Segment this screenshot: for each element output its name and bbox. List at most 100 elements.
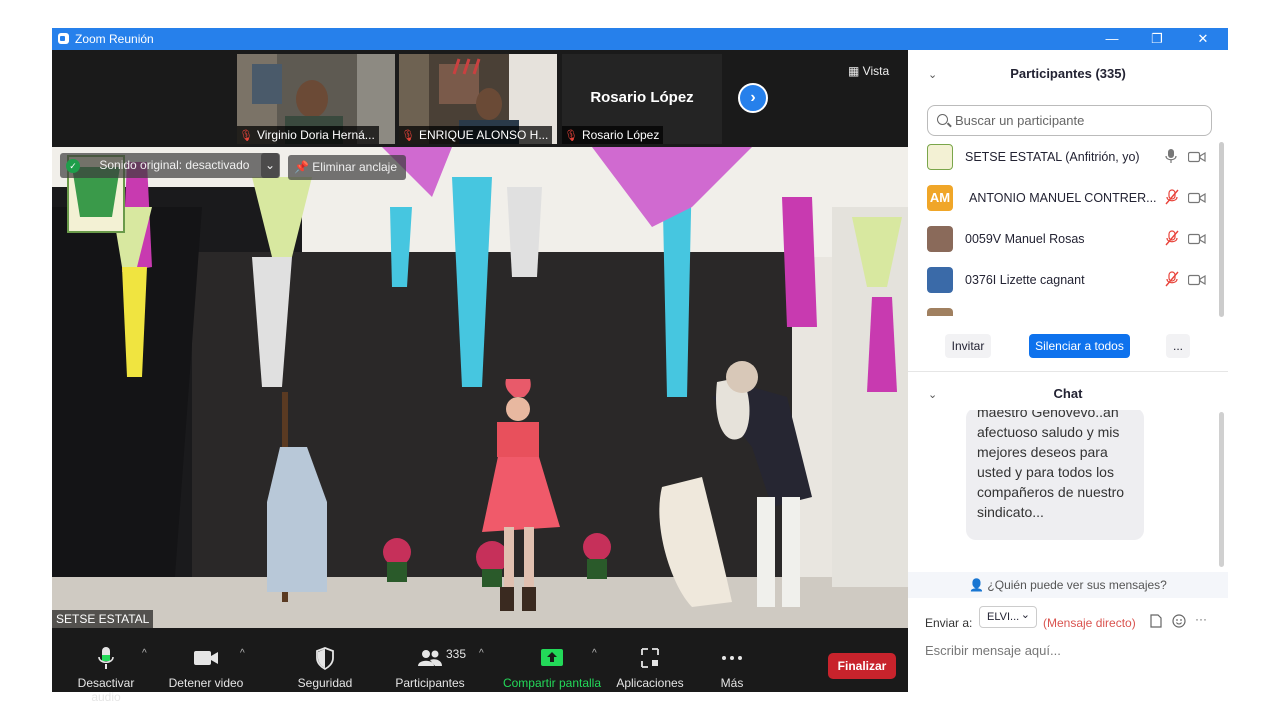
chat-header: Chat [1053,386,1083,401]
avatar-initials: AM [927,185,953,211]
mute-all-button[interactable]: Silenciar a todos [1029,334,1130,358]
video-options-caret[interactable]: ^ [240,648,245,659]
chat-message-input[interactable]: Escribir mensaje aquí... [925,643,1061,658]
muted-mic-icon: 🎙 [401,130,415,142]
partial-avatar [927,308,953,316]
participant-thumbnail[interactable]: 🎙 Virginio Doria Herná... [237,54,395,144]
close-window-button[interactable]: ✕ [1188,30,1218,48]
participant-name: 0059V Manuel Rosas [965,232,1085,246]
thumbnail-name: ENRIQUE ALONSO H... [418,128,549,142]
recipient-value: ELVI... [987,611,1020,623]
original-sound-badge[interactable]: ✓ Sonido original: desactivado [60,153,280,178]
share-screen-label: Compartir pantalla [502,676,602,690]
video-camera-icon [194,651,218,665]
stop-video-label: Detener video [168,676,244,690]
chevron-down-icon: ⌄ [1020,609,1030,621]
chat-line: compañeros de nuestro [977,484,1125,500]
zoom-app-icon [58,33,69,44]
shield-icon [316,647,334,670]
participant-row[interactable]: AM ANTONIO MANUEL CONTRER... [908,181,1220,222]
chat-line: afectuoso saludo y mis [977,424,1120,440]
share-screen-button[interactable]: Compartir pantalla [500,646,604,690]
video-camera-icon[interactable] [1188,274,1206,286]
participant-row[interactable]: 0059V Manuel Rosas [908,222,1220,263]
title-bar: Zoom Reunión — ❐ ✕ [52,28,1228,50]
participants-label: Participantes [395,676,465,690]
more-label: Más [720,676,744,690]
invite-button[interactable]: Invitar [945,334,991,358]
share-options-caret[interactable]: ^ [592,648,597,659]
participant-thumbnail[interactable]: 🎙 ENRIQUE ALONSO H... [399,54,557,144]
side-panel: ⌄ Participantes (335) Buscar un particip… [908,50,1228,692]
participants-more-button[interactable]: ... [1166,334,1190,358]
participant-search-input[interactable]: Buscar un participante [927,105,1212,136]
chat-more-icon[interactable]: ··· [1195,612,1207,626]
view-button[interactable]: ▦ Vista [848,64,889,78]
thumbnail-name: Virginio Doria Herná... [256,128,375,142]
who-can-see-messages[interactable]: 👤 ¿Quién puede ver sus mensajes? [908,572,1228,598]
participant-name: ANTONIO MANUEL CONTRER... [969,191,1157,205]
pin-icon: 📌 [294,160,309,174]
avatar [927,226,953,252]
avatar [927,267,953,293]
chat-message-bubble[interactable]: maestro Genovevo..an afectuoso saludo y … [966,410,1144,540]
search-placeholder: Buscar un participante [955,113,1085,128]
muted-mic-icon[interactable] [1165,230,1179,246]
participant-row[interactable]: SETSE ESTATAL (Anfitrión, yo) [908,140,1220,181]
original-sound-dropdown[interactable]: ⌄ [261,153,279,178]
zoom-window: Zoom Reunión — ❐ ✕ 🎙 Virginio Doria Herná… [52,28,1228,704]
file-icon[interactable] [1150,614,1162,628]
minimize-button[interactable]: — [1097,30,1127,48]
stage-scene [52,147,908,628]
who-can-see-label: ¿Quién puede ver sus mensajes? [987,578,1167,592]
audio-options-caret[interactable]: ^ [142,648,147,659]
send-to-label: Enviar a: [925,616,973,630]
thumbnail-name-label: 🎙 ENRIQUE ALONSO H... [399,126,553,144]
thumbnail-name-label: 🎙 Virginio Doria Herná... [237,126,379,144]
mute-audio-button[interactable]: Desactivar audio [62,646,150,704]
original-sound-text: Sonido original: desactivado [99,158,250,172]
more-button[interactable]: Más [710,646,754,690]
stop-video-button[interactable]: Detener video [166,646,246,690]
thumbnail-strip: 🎙 Virginio Doria Herná... 🎙 ENRIQUE ALONSO… [52,50,908,147]
emoji-icon[interactable] [1172,614,1186,628]
participants-options-caret[interactable]: ^ [479,648,484,659]
share-screen-icon [541,649,563,666]
participant-thumbnail[interactable]: Rosario López 🎙 Rosario López [562,54,722,144]
meeting-toolbar: Desactivar audio ^ Detener video ^ Segur… [52,628,908,704]
security-label: Seguridad [297,676,353,690]
unpin-button[interactable]: 📌 Eliminar anclaje [288,155,406,180]
muted-mic-icon: 🎙 [564,130,578,142]
thumbnail-name: Rosario López [581,128,660,142]
security-button[interactable]: Seguridad [290,646,360,690]
thumbnail-name-label: 🎙 Rosario López [562,126,664,144]
thumbnail-featured-name: Rosario López [590,89,694,106]
participant-row[interactable]: 0376I Lizette cagnant [908,263,1220,304]
muted-mic-icon[interactable] [1165,189,1179,205]
apps-icon [641,648,659,668]
shield-check-icon: ✓ [66,158,80,173]
muted-mic-icon[interactable] [1165,271,1179,287]
video-camera-icon[interactable] [1188,233,1206,245]
main-video[interactable]: ✓ Sonido original: desactivado ⌄ 📌 Elimi… [52,147,908,628]
participants-icon [418,650,442,666]
restore-button[interactable]: ❐ [1142,30,1172,48]
mute-audio-label: Desactivar audio [77,676,135,704]
speaker-name-label: SETSE ESTATAL [52,610,154,628]
recipient-dropdown[interactable]: ELVI... ⌄ [979,606,1037,628]
video-camera-icon[interactable] [1188,151,1206,163]
video-camera-icon[interactable] [1188,192,1206,204]
microphone-icon [98,647,114,669]
participant-name: SETSE ESTATAL (Anfitrión, yo) [965,150,1140,164]
chat-scrollbar[interactable] [1219,412,1224,567]
end-meeting-button[interactable]: Finalizar [828,653,896,679]
video-area: 🎙 Virginio Doria Herná... 🎙 ENRIQUE ALONSO… [52,50,908,628]
apps-button[interactable]: Aplicaciones [614,646,686,690]
user-lock-icon: 👤 [969,578,985,592]
view-button-label: Vista [862,64,890,78]
microphone-icon[interactable] [1165,148,1177,164]
chat-line: usted y para todos los [977,464,1114,480]
participants-scrollbar[interactable] [1219,142,1224,317]
grid-icon: ▦ [848,64,863,78]
next-page-button[interactable]: › [738,83,768,113]
